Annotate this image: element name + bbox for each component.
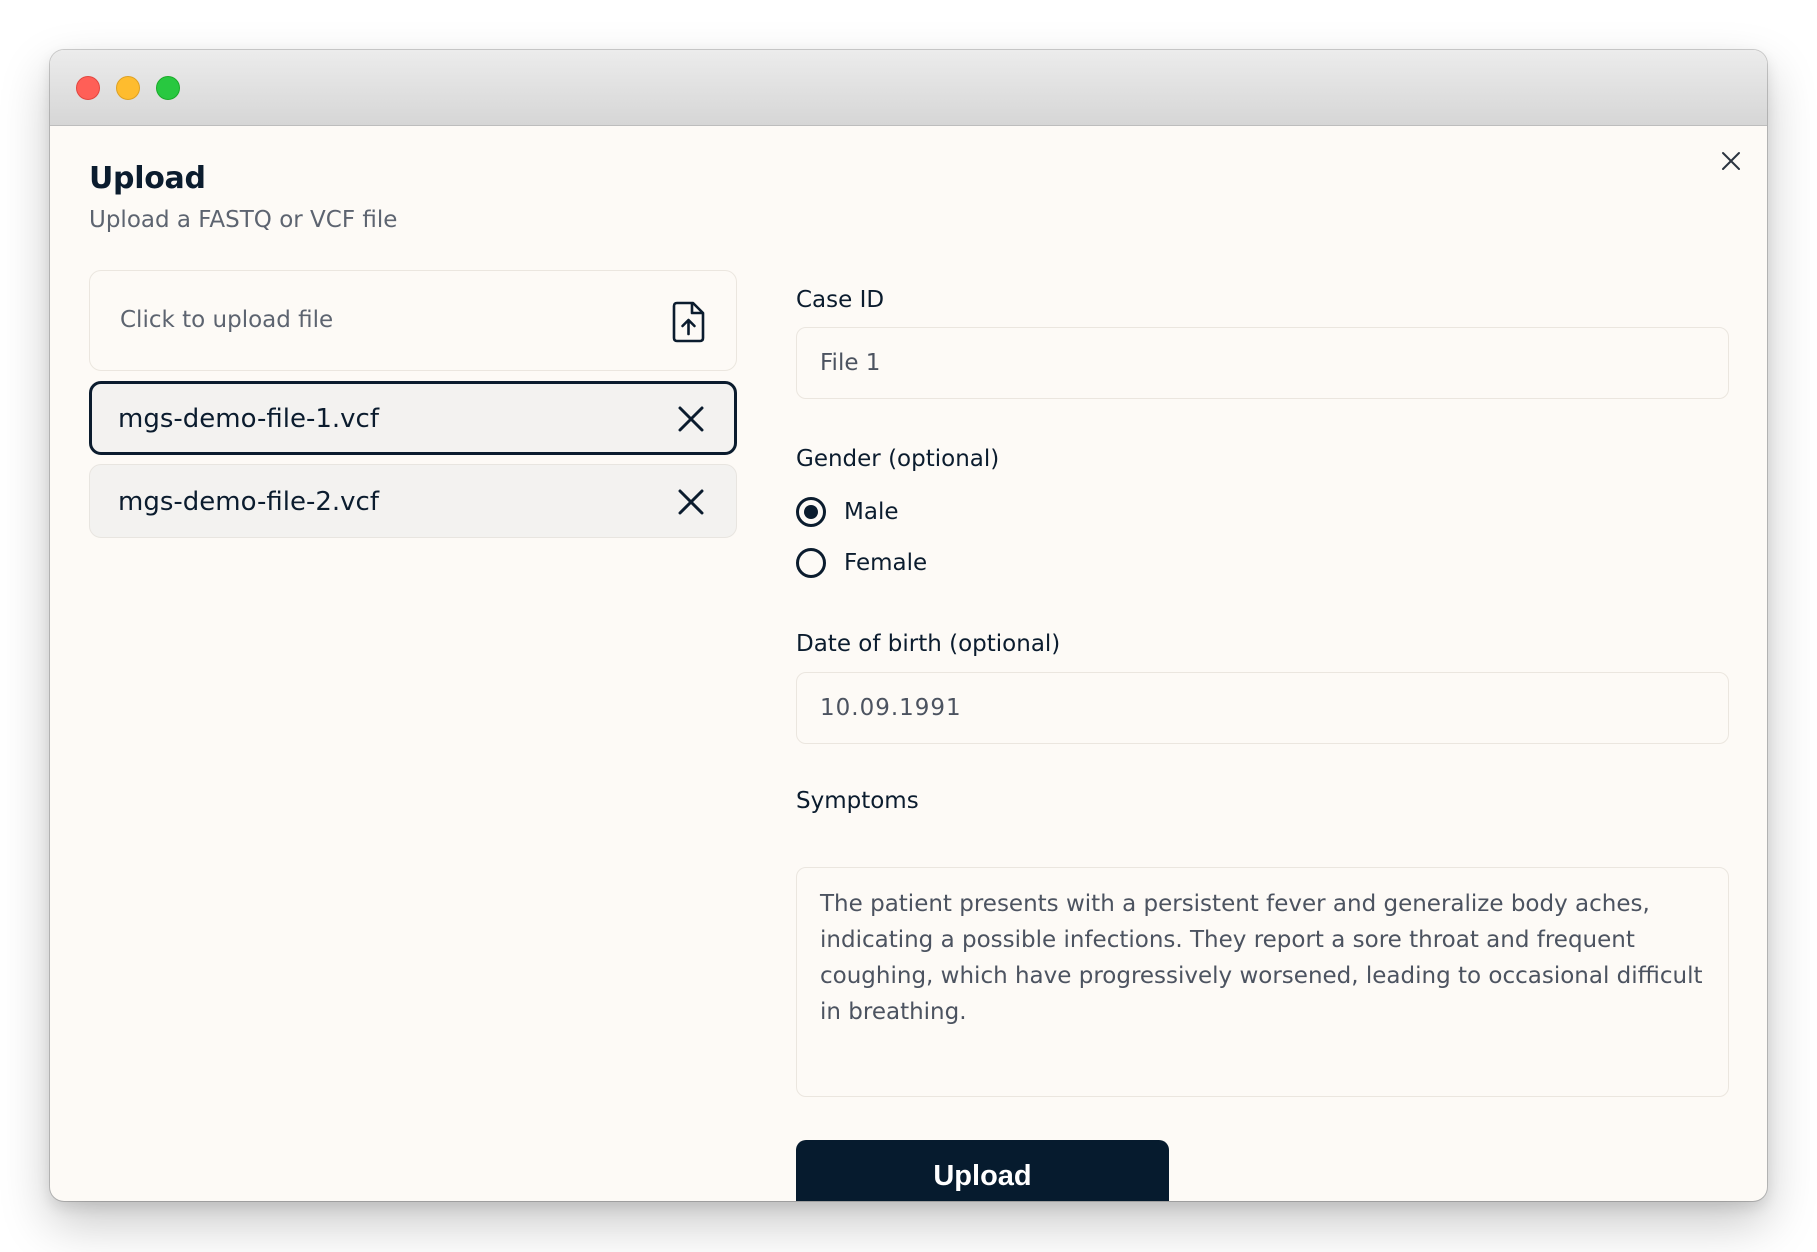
file-upload-icon xyxy=(672,301,705,343)
dob-label: Date of birth (optional) xyxy=(796,631,1061,657)
dob-input[interactable]: 10.09.1991 xyxy=(796,672,1729,744)
symptoms-textarea[interactable]: The patient presents with a persistent f… xyxy=(796,867,1729,1097)
remove-file-icon[interactable] xyxy=(676,487,706,517)
file-list-item[interactable]: mgs-demo-file-2.vcf xyxy=(89,464,737,538)
case-id-label: Case ID xyxy=(796,287,885,313)
radio-button-checked[interactable] xyxy=(796,497,826,527)
symptoms-label: Symptoms xyxy=(796,788,919,814)
remove-file-icon[interactable] xyxy=(676,404,706,434)
file-list-item[interactable]: mgs-demo-file-1.vcf xyxy=(89,381,737,455)
upload-submit-button[interactable]: Upload xyxy=(796,1140,1169,1201)
close-icon[interactable] xyxy=(1719,149,1743,173)
upload-window: Upload Upload a FASTQ or VCF file Click … xyxy=(50,50,1767,1201)
file-name: mgs-demo-file-2.vcf xyxy=(118,487,379,517)
window-titlebar xyxy=(50,50,1767,126)
gender-option-male[interactable]: Male xyxy=(796,497,898,527)
window-zoom-button[interactable] xyxy=(156,76,180,100)
case-id-input[interactable]: File 1 xyxy=(796,327,1729,399)
gender-option-female[interactable]: Female xyxy=(796,548,927,578)
dialog-content: Upload Upload a FASTQ or VCF file Click … xyxy=(50,127,1767,1201)
file-name: mgs-demo-file-1.vcf xyxy=(118,404,379,434)
dialog-title: Upload xyxy=(89,161,206,196)
dropzone-label: Click to upload file xyxy=(120,307,334,333)
window-minimize-button[interactable] xyxy=(116,76,140,100)
radio-label: Male xyxy=(844,499,899,525)
radio-label: Female xyxy=(844,550,928,576)
gender-label: Gender (optional) xyxy=(796,446,1000,472)
dialog-subtitle: Upload a FASTQ or VCF file xyxy=(89,207,398,233)
file-upload-dropzone[interactable]: Click to upload file xyxy=(89,270,737,371)
window-close-button[interactable] xyxy=(76,76,100,100)
radio-button[interactable] xyxy=(796,548,826,578)
